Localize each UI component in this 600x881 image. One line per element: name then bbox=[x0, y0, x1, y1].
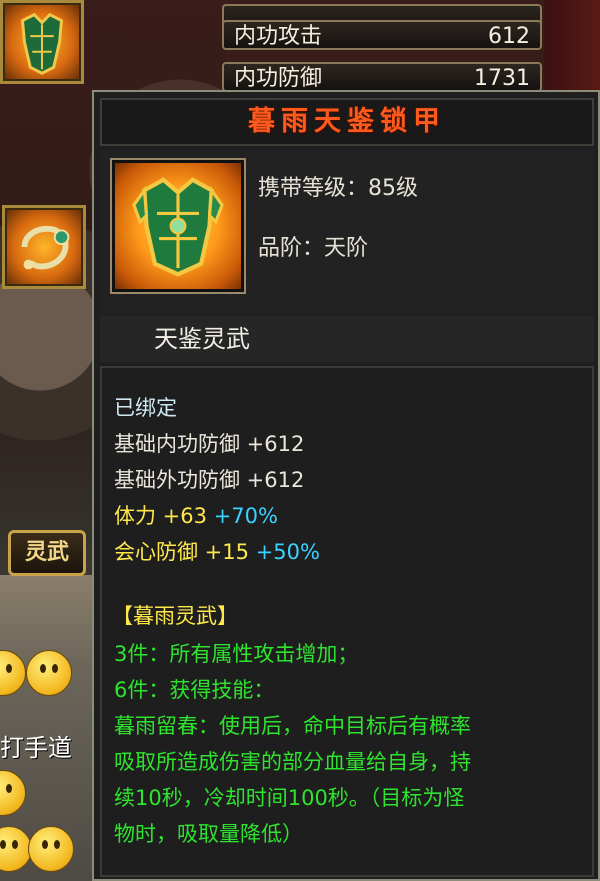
bracelet-icon bbox=[21, 226, 70, 270]
item-icon-frame bbox=[110, 158, 246, 294]
set-name: 【暮雨灵武】 bbox=[112, 604, 238, 628]
stat-row-inner-defense: 内功防御 1731 bbox=[222, 62, 542, 92]
set-line: 吸取所造成伤害的部分血量给自身，持 bbox=[114, 750, 471, 774]
scene-label: 打手道 bbox=[0, 734, 72, 762]
attr-line: 基础外功防御 +612 bbox=[114, 464, 304, 494]
set-line: 物时，吸取量降低） bbox=[114, 822, 303, 846]
armor-icon bbox=[132, 177, 224, 277]
stat-label: 内功防御 bbox=[234, 66, 323, 91]
attr-text: 会心防御 +15 bbox=[114, 540, 249, 564]
item-name: 暮雨天鉴锁甲 bbox=[248, 106, 446, 137]
tooltip-body: 已绑定 基础内功防御 +612 基础外功防御 +612 体力 +63 +70% … bbox=[100, 366, 594, 877]
carry-level: 携带等级：85级 bbox=[258, 176, 418, 201]
set-line: 续10秒，冷却时间100秒。（目标为怪 bbox=[114, 786, 465, 810]
attr-line: 会心防御 +15 +50% bbox=[114, 536, 320, 566]
set-line: 暮雨留春：使用后，命中目标后有概率 bbox=[114, 714, 471, 738]
armor-icon bbox=[20, 12, 64, 75]
item-series: 天鉴灵武 bbox=[100, 316, 594, 362]
tooltip-title-bar: 暮雨天鉴锁甲 bbox=[100, 98, 594, 146]
bound-status: 已绑定 bbox=[114, 396, 177, 420]
item-tooltip: 暮雨天鉴锁甲 携带等级：85级 品阶：天阶 天鉴灵武 已绑定 基础内功防御 +6… bbox=[92, 90, 600, 881]
stat-label: 内功攻击 bbox=[234, 24, 323, 49]
attr-line: 体力 +63 +70% bbox=[114, 500, 278, 530]
stat-row-inner-attack: 内功攻击 612 bbox=[222, 20, 542, 50]
item-grade: 品阶：天阶 bbox=[258, 236, 369, 261]
attr-line: 基础内功防御 +612 bbox=[114, 428, 304, 458]
equip-slot-armor[interactable] bbox=[0, 0, 84, 84]
tooltip-header: 携带等级：85级 品阶：天阶 bbox=[100, 150, 594, 314]
set-line: 3件：所有属性攻击增加； bbox=[114, 642, 359, 666]
set-line: 6件：获得技能： bbox=[114, 678, 275, 702]
attr-bonus: +50% bbox=[255, 540, 320, 564]
smiley-icon[interactable] bbox=[26, 650, 72, 696]
stat-value: 612 bbox=[488, 24, 530, 49]
attr-text: 基础内功防御 +612 bbox=[114, 432, 305, 456]
attr-text: 体力 +63 bbox=[114, 504, 207, 528]
attr-bonus: +70% bbox=[213, 504, 278, 528]
equip-slot-bracelet[interactable] bbox=[2, 205, 86, 289]
smiley-icon[interactable] bbox=[28, 826, 74, 872]
lingwu-button[interactable]: 灵武 bbox=[8, 530, 86, 576]
attr-text: 基础外功防御 +612 bbox=[114, 468, 305, 492]
